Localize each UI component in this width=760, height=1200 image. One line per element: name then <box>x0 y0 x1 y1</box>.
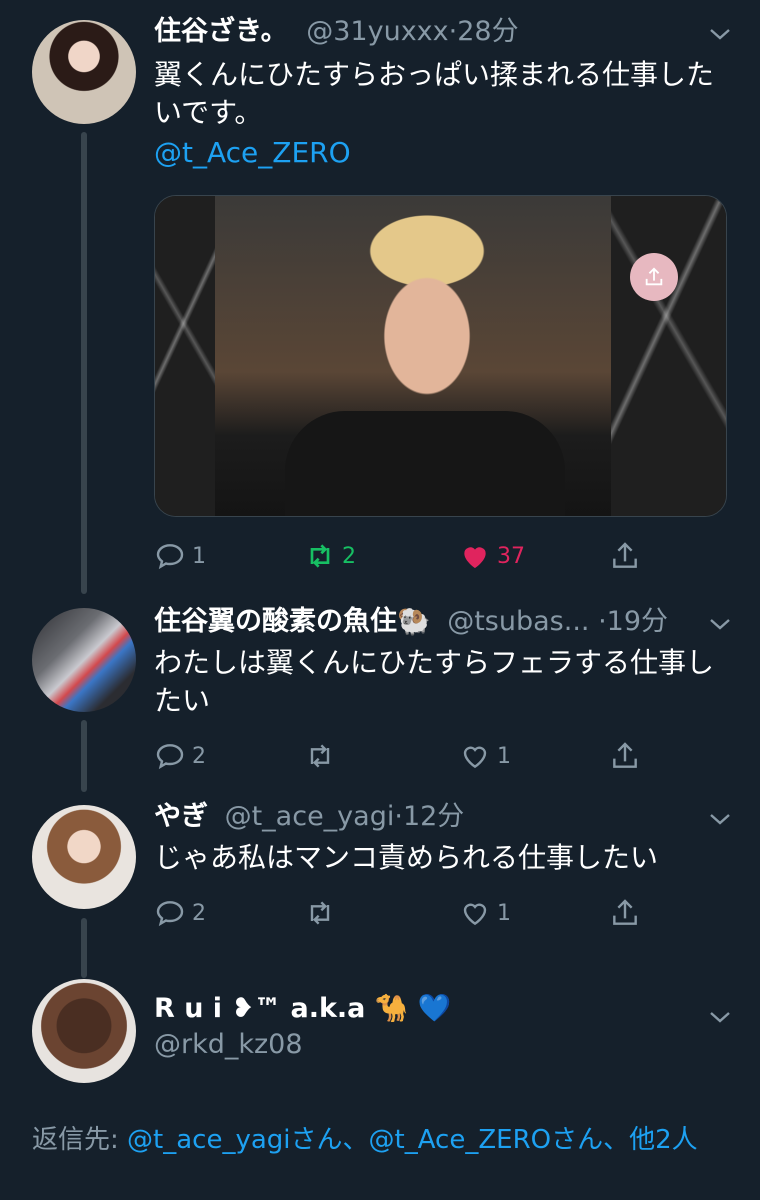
tweet-text: じゃあ私はマンコ責められる仕事したい <box>154 841 659 874</box>
tweet-header: やぎ @t_ace_yagi·12分 <box>154 799 464 835</box>
tweet-header: 住谷翼の酸素の魚住🐏 @tsubas... ·19分 <box>154 604 668 640</box>
like-count: 1 <box>497 900 511 926</box>
reply-author: R u i ❥™ a.k.a 🐪 💙 @rkd_kz08 <box>0 975 760 1095</box>
like-count: 37 <box>497 543 525 569</box>
share-icon <box>613 742 637 768</box>
handle[interactable]: @tsubas... <box>447 606 589 637</box>
timestamp[interactable]: 12分 <box>403 801 464 832</box>
share-button[interactable] <box>609 897 641 929</box>
tweet-text: 翼くんにひたすらおっぱい揉まれる仕事したいです。 <box>154 58 715 129</box>
heart-icon <box>463 746 487 769</box>
tweet[interactable]: 住谷翼の酸素の魚住🐏 @tsubas... ·19分 わたしは翼くんにひたすらフ… <box>0 600 760 790</box>
retweet-button[interactable]: 2 <box>304 540 356 572</box>
reply-icon <box>156 744 184 770</box>
like-count: 1 <box>497 743 511 769</box>
reply-to-suffix: さん、 <box>290 1125 369 1155</box>
reply-count: 2 <box>192 900 206 926</box>
reply-icon <box>156 901 184 927</box>
marble-background <box>611 196 726 516</box>
reply-button[interactable]: 1 <box>154 540 206 572</box>
like-button[interactable]: 1 <box>459 740 511 772</box>
timestamp[interactable]: 28分 <box>457 16 518 47</box>
tweet-media[interactable] <box>154 195 727 517</box>
reply-count: 2 <box>192 743 206 769</box>
retweet-icon <box>310 901 330 925</box>
reply-count: 1 <box>192 543 206 569</box>
separator-dot: · <box>448 16 458 47</box>
chevron-down-icon[interactable] <box>708 1005 732 1029</box>
like-button[interactable]: 37 <box>459 540 525 572</box>
avatar[interactable] <box>32 608 136 712</box>
display-name[interactable]: 住谷翼の酸素の魚住🐏 <box>154 606 431 637</box>
reply-button[interactable]: 2 <box>154 897 206 929</box>
share-icon <box>613 899 637 925</box>
mention-link[interactable]: @t_Ace_ZERO <box>154 134 734 172</box>
separator-dot: · <box>589 606 607 637</box>
media-share-icon[interactable] <box>630 253 678 301</box>
chevron-down-icon[interactable] <box>708 22 732 46</box>
share-icon <box>613 542 637 568</box>
handle[interactable]: @31yuxxx <box>306 16 448 47</box>
chevron-down-icon[interactable] <box>708 807 732 831</box>
like-button[interactable]: 1 <box>459 897 511 929</box>
display-name[interactable]: 住谷ざき。 <box>154 16 288 47</box>
reply-to-user-link[interactable]: @t_ace_yagi <box>127 1125 290 1155</box>
author-name-row: R u i ❥™ a.k.a 🐪 💙 <box>154 991 451 1027</box>
retweet-icon <box>310 744 330 768</box>
display-name[interactable]: R u i ❥™ a.k.a 🐪 💙 <box>154 993 451 1024</box>
reply-icon <box>156 544 184 570</box>
handle[interactable]: @rkd_kz08 <box>154 1027 303 1063</box>
tweet[interactable]: 住谷ざき。 @31yuxxx·28分 翼くんにひたすらおっぱい揉まれる仕事したい… <box>0 0 760 600</box>
reply-to-user-link[interactable]: @t_Ace_ZERO <box>369 1125 552 1155</box>
avatar[interactable] <box>32 20 136 124</box>
reply-button[interactable]: 2 <box>154 740 206 772</box>
avatar[interactable] <box>32 979 136 1083</box>
reply-to-suffix: さん、 <box>551 1125 630 1155</box>
handle[interactable]: @t_ace_yagi <box>225 801 395 832</box>
display-name[interactable]: やぎ <box>154 801 208 832</box>
timestamp[interactable]: 19分 <box>607 606 668 637</box>
retweet-icon <box>310 544 330 568</box>
separator-dot: · <box>394 801 403 832</box>
tweet-actions: 2 1 <box>154 897 674 937</box>
marble-background <box>155 196 215 516</box>
tweet-text: わたしは翼くんにひたすらフェラする仕事したい <box>154 646 715 717</box>
retweet-button[interactable] <box>304 897 342 929</box>
tweet-header: 住谷ざき。 @31yuxxx·28分 <box>154 14 519 50</box>
hoodie-shape <box>285 411 565 516</box>
avatar[interactable] <box>32 805 136 909</box>
reply-to-prefix: 返信先: <box>32 1125 128 1155</box>
heart-icon <box>463 903 487 926</box>
selfie-photo <box>215 196 613 516</box>
share-button[interactable] <box>609 740 641 772</box>
retweet-count: 2 <box>342 543 356 569</box>
tweet[interactable]: やぎ @t_ace_yagi·12分 じゃあ私はマンコ責められる仕事したい 2 … <box>0 795 760 955</box>
chevron-down-icon[interactable] <box>708 612 732 636</box>
share-button[interactable] <box>609 540 641 572</box>
reply-to-others-link[interactable]: 他2人 <box>629 1125 698 1155</box>
tweet-actions: 1 2 37 <box>154 540 674 580</box>
heart-icon <box>464 547 486 568</box>
tweet-actions: 2 1 <box>154 740 674 780</box>
reply-to-line: 返信先: @t_ace_yagiさん、@t_Ace_ZEROさん、他2人 <box>32 1120 732 1160</box>
retweet-button[interactable] <box>304 740 342 772</box>
